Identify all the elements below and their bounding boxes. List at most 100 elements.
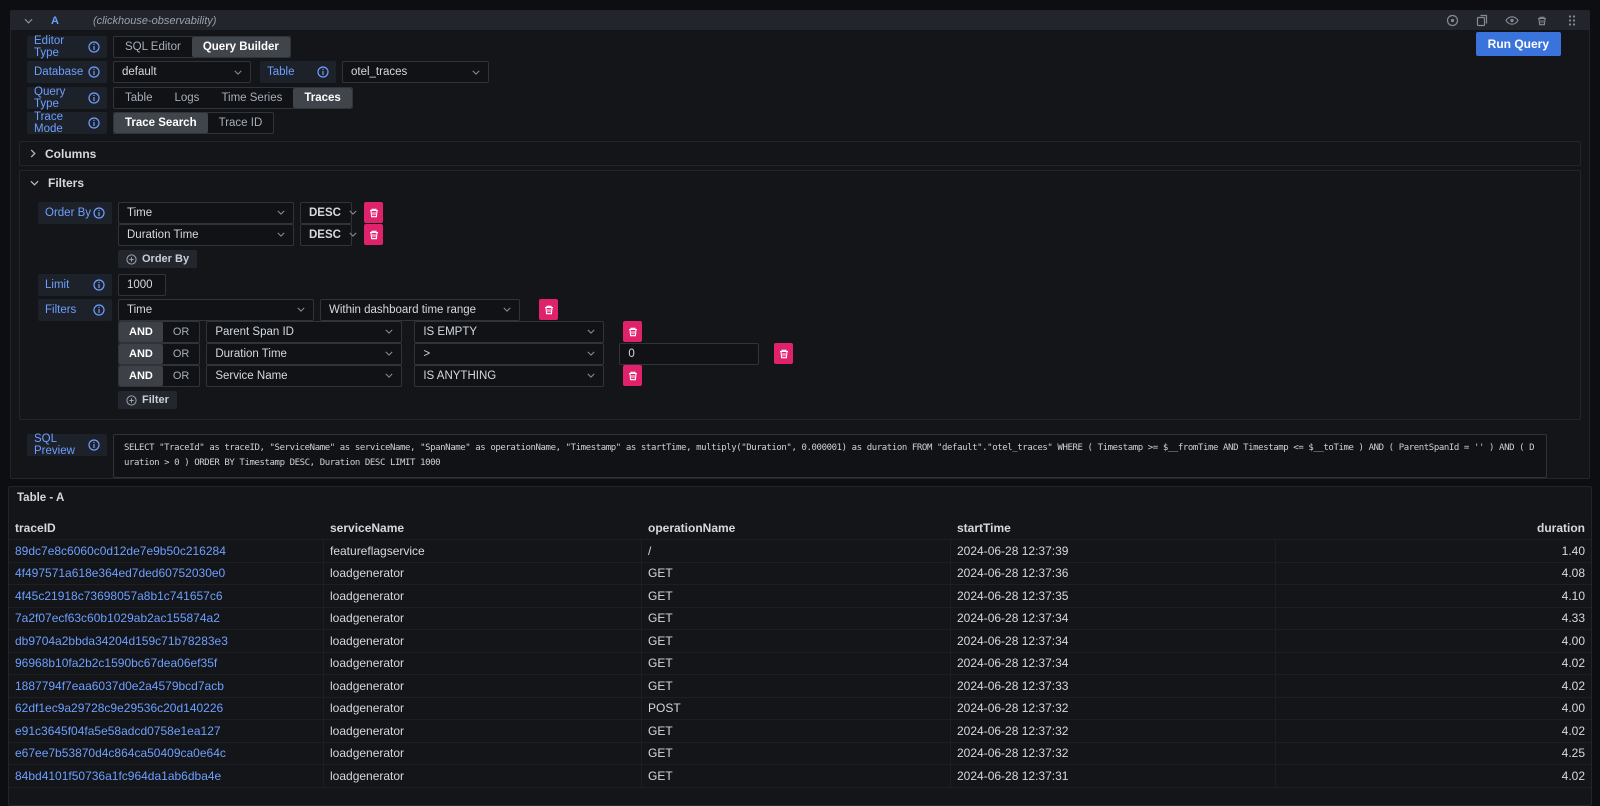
columns-section-title: Columns (45, 147, 96, 161)
trace-id-link[interactable]: e91c3645f04fa5e58adcd0758e1ea127 (9, 720, 324, 742)
trace-id-option[interactable]: Trace ID (208, 113, 274, 133)
query-builder-option[interactable]: Query Builder (192, 37, 290, 57)
info-icon[interactable] (88, 66, 100, 78)
chevron-down-icon (297, 307, 305, 312)
filter-field-select[interactable]: Parent Span ID (206, 321, 402, 343)
order-by-direction-select[interactable]: DESC (300, 224, 352, 246)
column-header-operationname[interactable]: operationName (642, 517, 951, 539)
filter-field-select[interactable]: Service Name (206, 365, 402, 387)
filters-section-title: Filters (48, 176, 84, 190)
trace-id-link[interactable]: 1887794f7eaa6037d0e2a4579bcd7acb (9, 675, 324, 697)
service-name-cell: featureflagservice (324, 540, 642, 562)
filter-operator-select[interactable]: > (414, 343, 604, 365)
chevron-down-icon (587, 329, 595, 334)
remove-filter-button[interactable] (539, 299, 558, 320)
column-header-traceid[interactable]: traceID (9, 517, 324, 539)
trace-id-link[interactable]: 4f497571a618e364ed7ded60752030e0 (9, 563, 324, 585)
or-option[interactable]: OR (163, 366, 200, 386)
chevron-down-icon (277, 232, 285, 237)
info-icon[interactable] (317, 66, 329, 78)
query-type-table-option[interactable]: Table (114, 88, 164, 108)
sql-editor-option[interactable]: SQL Editor (114, 37, 192, 57)
chevron-down-icon (30, 180, 39, 186)
query-type-logs-option[interactable]: Logs (164, 88, 211, 108)
duplicate-query-icon[interactable] (1475, 14, 1489, 28)
trace-id-link[interactable]: db9704a2bbda34204d159c71b78283e3 (9, 630, 324, 652)
and-option[interactable]: AND (119, 322, 163, 342)
trace-id-link[interactable]: 96968b10fa2b2c1590bc67dea06ef35f (9, 653, 324, 675)
order-by-row: Order By Time DESC (38, 202, 1580, 223)
trace-id-link[interactable]: e67ee7b53870d4c864ca50409ca0e64c (9, 743, 324, 765)
info-icon[interactable] (88, 41, 100, 53)
filters-section-header[interactable]: Filters (20, 171, 1580, 194)
filter-operator-select[interactable]: Within dashboard time range (320, 299, 520, 321)
info-icon[interactable] (88, 117, 100, 129)
remove-order-by-button[interactable] (364, 202, 383, 223)
filter-field-select[interactable]: Time (118, 299, 314, 321)
info-icon[interactable] (93, 207, 105, 219)
database-table-row: Database default Table otel_traces (27, 61, 1581, 83)
drag-handle-icon[interactable] (1565, 14, 1579, 28)
service-name-cell: loadgenerator (324, 720, 642, 742)
database-label-text: Database (34, 66, 83, 78)
datasource-help-icon[interactable] (1445, 14, 1459, 28)
operation-name-cell: GET (642, 675, 951, 697)
order-by-field-select[interactable]: Time (118, 202, 294, 224)
remove-filter-button[interactable] (623, 321, 642, 342)
info-icon[interactable] (93, 279, 105, 291)
collapse-query-chevron-icon[interactable] (21, 14, 35, 28)
and-option[interactable]: AND (119, 366, 163, 386)
trace-id-link[interactable]: 4f45c21918c73698057a8b1c741657c6 (9, 585, 324, 607)
add-order-by-button[interactable]: Order By (118, 250, 197, 268)
table-row: 84bd4101f50736a1fc964da1ab6dba4e loadgen… (9, 765, 1591, 788)
order-by-field-select[interactable]: Duration Time (118, 224, 294, 246)
filter-operator-select[interactable]: IS ANYTHING (414, 365, 604, 387)
delete-query-trash-icon[interactable] (1535, 14, 1549, 28)
operation-name-cell: GET (642, 765, 951, 787)
or-option[interactable]: OR (163, 344, 200, 364)
info-icon[interactable] (88, 92, 100, 104)
remove-filter-button[interactable] (623, 365, 642, 386)
database-select[interactable]: default (113, 61, 251, 83)
add-filter-label: Filter (142, 394, 169, 406)
trace-id-link[interactable]: 7a2f07ecf63c60b1029ab2ac155874a2 (9, 608, 324, 630)
info-icon[interactable] (93, 304, 105, 316)
table-select[interactable]: otel_traces (342, 61, 489, 83)
add-filter-button[interactable]: Filter (118, 391, 177, 409)
toggle-visibility-eye-icon[interactable] (1505, 14, 1519, 28)
column-header-servicename[interactable]: serviceName (324, 517, 642, 539)
limit-input[interactable] (118, 274, 166, 296)
query-type-traces-option[interactable]: Traces (293, 88, 351, 108)
filters-label-text: Filters (45, 304, 76, 316)
filter-operator-select[interactable]: IS EMPTY (414, 321, 604, 343)
column-header-starttime[interactable]: startTime (951, 517, 1276, 539)
duration-cell: 4.08 (1276, 563, 1591, 585)
or-option[interactable]: OR (163, 322, 200, 342)
editor-type-label-text: Editor Type (34, 35, 88, 59)
filter-operator-value: Within dashboard time range (329, 304, 476, 316)
columns-section-header[interactable]: Columns (20, 142, 1580, 165)
filter-condition-row: AND OR Service Name IS ANYTHING (38, 365, 1580, 386)
duration-cell: 4.02 (1276, 720, 1591, 742)
chevron-down-icon (385, 351, 393, 356)
remove-filter-button[interactable] (774, 343, 793, 364)
trace-search-option[interactable]: Trace Search (114, 113, 208, 133)
operation-name-cell: GET (642, 630, 951, 652)
filter-value-input[interactable] (619, 343, 759, 365)
query-type-timeseries-option[interactable]: Time Series (210, 88, 293, 108)
duration-cell: 4.33 (1276, 608, 1591, 630)
column-header-duration[interactable]: duration (1276, 517, 1591, 539)
filter-field-select[interactable]: Duration Time (206, 343, 402, 365)
remove-order-by-button[interactable] (364, 224, 383, 245)
info-icon[interactable] (88, 439, 100, 451)
duration-cell: 4.02 (1276, 765, 1591, 787)
start-time-cell: 2024-06-28 12:37:36 (951, 563, 1276, 585)
time-filter-row: Filters Time Within dashboard time range (38, 299, 1580, 320)
trace-id-link[interactable]: 62df1ec9a29728c9e29536c20d140226 (9, 698, 324, 720)
order-by-direction-select[interactable]: DESC (300, 202, 352, 224)
trace-id-link[interactable]: 84bd4101f50736a1fc964da1ab6dba4e (9, 765, 324, 787)
chevron-down-icon (385, 329, 393, 334)
filters-label: Filters (38, 299, 112, 321)
trace-id-link[interactable]: 89dc7e8c6060c0d12de7e9b50c216284 (9, 540, 324, 562)
and-option[interactable]: AND (119, 344, 163, 364)
